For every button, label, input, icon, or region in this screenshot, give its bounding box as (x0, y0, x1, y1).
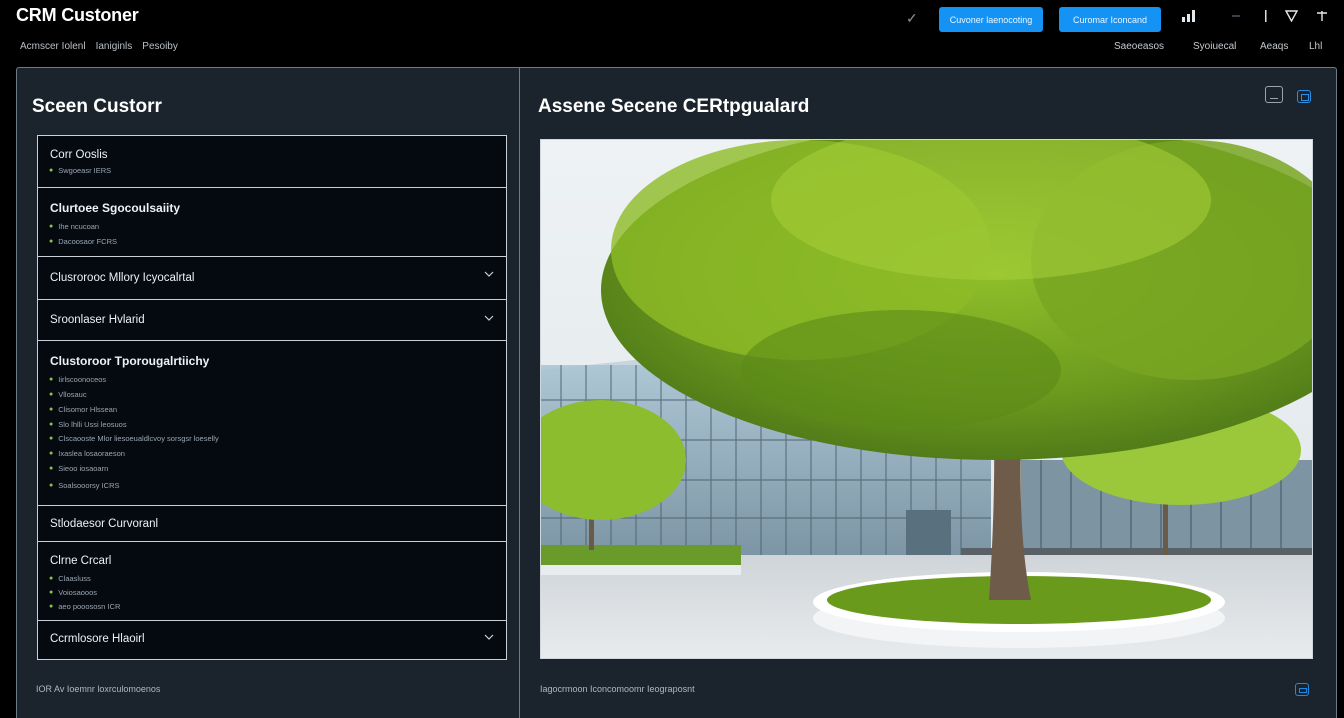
list-item[interactable]: Stlodaesor Curvoranl (37, 505, 507, 542)
list-subitem: ● Clscaooste Mlor liesoeualdlcvoy sorsgsr… (49, 434, 219, 443)
list-subitem: ● Ixaslea losaoraeson (49, 449, 125, 458)
subnav-item-2[interactable]: Ianiginls (96, 41, 133, 52)
list-subitem: ● Swgoeasr IERS (49, 166, 112, 175)
filter-icon[interactable] (1284, 10, 1299, 25)
list-subitem: ● Vllosauc (49, 390, 87, 399)
right-panel-title: Assene Secene CERtpgualard (538, 96, 810, 117)
list-item-title: Ccrmlosore Hlaoirl (50, 633, 145, 645)
list-item-title: Clurtoee Sgocoulsaiity (50, 201, 181, 215)
list-subitem: ● Soalsooorsy ICRS (49, 481, 120, 490)
list-item[interactable]: Ccrmlosore Hlaoirl (37, 620, 507, 660)
window-icon[interactable] (1265, 86, 1283, 103)
check-icon[interactable]: ✓ (906, 10, 918, 27)
list-item-title: Stlodaesor Curvoranl (50, 518, 159, 530)
list-item[interactable]: Clrne Crcarl ● Claasluss ● Voiosaooos ● aeo… (37, 541, 507, 621)
window-icon[interactable] (1295, 683, 1309, 696)
list-item[interactable]: Clusrorooc Mllory Icyocalrtal (37, 256, 507, 300)
list-item-title: Clustoroor Tporougalrtiichy (50, 354, 210, 368)
chevron-down-icon[interactable] (484, 269, 494, 281)
expand-icon[interactable] (1297, 90, 1311, 103)
rightnav-item-2[interactable]: Syoiuecal (1193, 41, 1236, 52)
list-item-title: Clusrorooc Mllory Icyocalrtal (50, 272, 195, 284)
list-item-title: Sroonlaser Hvlarid (50, 314, 145, 326)
rightnav-item-3[interactable]: Aeaqs (1260, 41, 1288, 52)
panel-divider (519, 68, 520, 718)
scene-image (540, 139, 1313, 659)
divider-icon (1264, 10, 1267, 25)
subnav-item-3[interactable]: Pesoiby (142, 41, 178, 52)
right-nav: Saeoeasos Syoiuecal Aeaqs Lhl (1114, 41, 1328, 55)
list-item[interactable]: Corr Ooslis ● Swgoeasr IERS (37, 135, 507, 188)
list-subitem: ● Claasluss (49, 574, 91, 583)
customer-list: Corr Ooslis ● Swgoeasr IERS Clurtoee Sgoc… (37, 135, 507, 660)
rightnav-item-1[interactable]: Saeoeasos (1114, 41, 1164, 52)
list-item[interactable]: Clurtoee Sgocoulsaiity ● Ihe ncucoan ● Dac… (37, 187, 507, 257)
left-panel-title: Sceen Custorr (32, 96, 162, 117)
left-footer: IOR Av Ioemnr loxrculomoenos (36, 684, 161, 694)
list-subitem: ● Dacoosaor FCRS (49, 237, 118, 246)
list-item-title: Clrne Crcarl (50, 555, 112, 567)
primary-action-button[interactable]: Cuvoner laenocoting (939, 7, 1043, 32)
list-item[interactable]: Clustoroor Tporougalrtiichy ● Iirlscoonoc… (37, 340, 507, 506)
chevron-down-icon[interactable] (484, 313, 494, 325)
secondary-action-button[interactable]: Curomar Iconcand (1059, 7, 1161, 32)
chevron-down-icon[interactable] (484, 632, 494, 644)
menu-icon[interactable] (1232, 10, 1240, 25)
list-item-title: Corr Ooslis (50, 149, 108, 161)
app-title: CRM Custoner (16, 5, 139, 25)
list-subitem: ● Voiosaooos (49, 588, 98, 597)
subnav-item-1[interactable]: Acmscer Iolenl (20, 41, 86, 52)
list-item[interactable]: Sroonlaser Hvlarid (37, 299, 507, 341)
list-subitem: ● Slo lhlli Ussi leosuos (49, 420, 127, 429)
plus-icon[interactable] (1316, 10, 1328, 25)
signal-icon[interactable] (1182, 10, 1196, 25)
sub-nav: Acmscer Iolenl Ianiginls Pesoiby (20, 41, 178, 52)
right-footer: Iagocrmoon Iconcomoomr Ieograposnt (540, 684, 695, 694)
list-subitem: ● Ihe ncucoan (49, 222, 100, 231)
list-subitem: ● Sieoo iosaoarn (49, 464, 109, 473)
list-subitem: ● Iirlscoonoceos (49, 375, 107, 384)
rightnav-item-4[interactable]: Lhl (1309, 41, 1322, 52)
top-bar: CRM Custoner Acmscer Iolenl Ianiginls Pe… (0, 0, 1344, 66)
list-subitem: ● Clisomor Hlssean (49, 405, 118, 414)
list-subitem: ● aeo pooososn ICR (49, 602, 121, 611)
